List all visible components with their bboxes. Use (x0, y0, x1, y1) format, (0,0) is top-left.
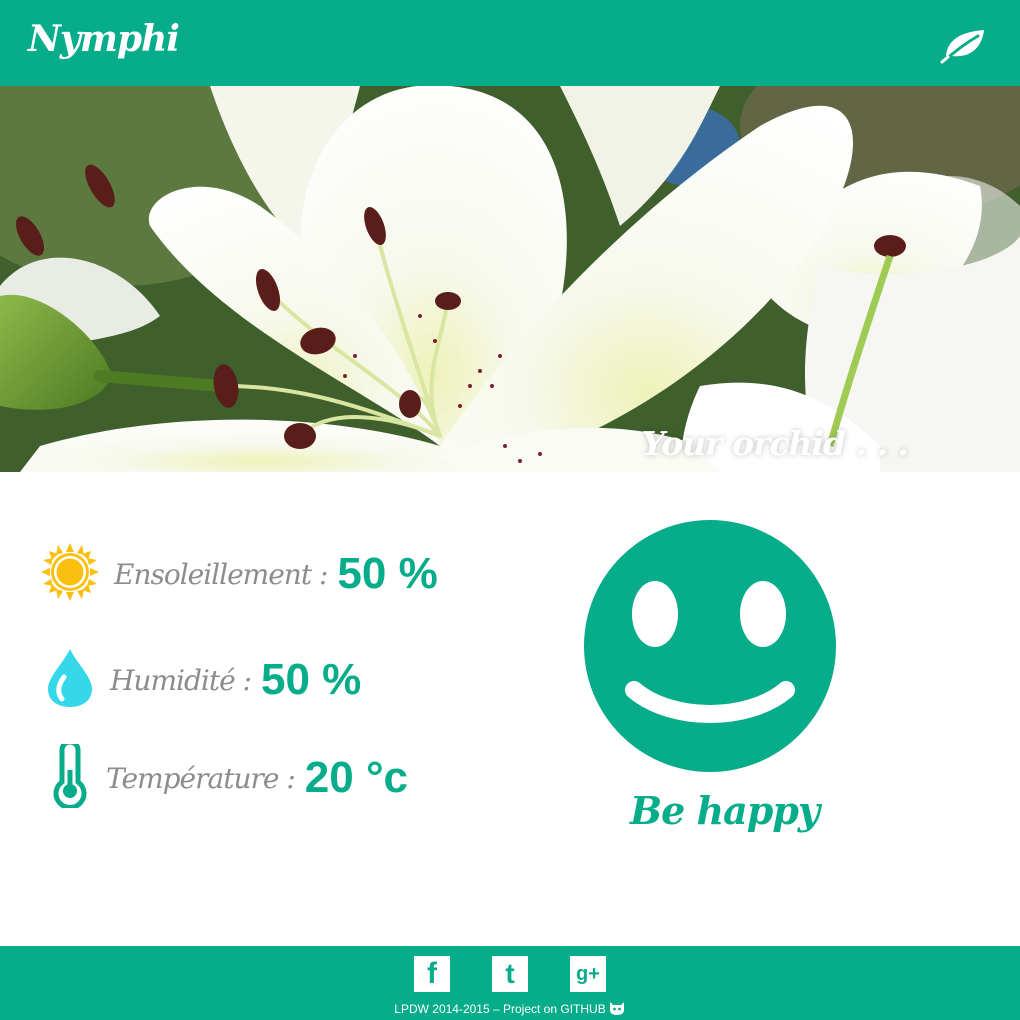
top-header: Nymphi (0, 0, 1020, 86)
smiley-icon (582, 518, 838, 774)
thermometer-icon (48, 739, 92, 812)
humidity-label: Humidité : (110, 663, 252, 697)
hero-flower-image: Your orchid . . . (0, 86, 1020, 472)
sun-icon (40, 542, 100, 606)
stat-sunlight: Ensoleillement : 50 % (40, 542, 438, 606)
brand-logo[interactable]: Nymphi (28, 18, 180, 60)
facebook-icon: f (427, 957, 437, 990)
facebook-button[interactable]: f (414, 956, 450, 992)
lily-illustration (0, 86, 1020, 472)
mood-label: Be happy (630, 788, 820, 833)
stat-humidity: Humidité : 50 % (44, 647, 361, 713)
temperature-value: 20 °c (304, 753, 409, 802)
tumblr-icon: t (505, 958, 515, 989)
github-cat-icon[interactable] (608, 1000, 626, 1019)
sunlight-value: 50 % (337, 549, 438, 598)
github-link[interactable]: GITHUB (560, 1002, 605, 1016)
copyright-text: LPDW 2014-2015 – Project on GITHUB (0, 1000, 1020, 1019)
plant-stats-panel: Ensoleillement : 50 % Humidité : 50 % Te… (0, 472, 520, 872)
water-drop-icon (44, 647, 96, 713)
google-plus-button[interactable]: g+ (570, 956, 606, 992)
leaf-icon[interactable] (940, 24, 990, 64)
google-plus-icon: g+ (576, 962, 600, 985)
copyright-prefix: LPDW 2014-2015 – Project on (394, 1002, 561, 1016)
footer: f t g+ LPDW 2014-2015 – Project on GITHU… (0, 946, 1020, 1020)
humidity-value: 50 % (261, 655, 362, 704)
hero-caption: Your orchid . . . (641, 424, 909, 463)
temperature-label: Température : (106, 761, 296, 795)
tumblr-button[interactable]: t (492, 956, 528, 992)
sunlight-label: Ensoleillement : (114, 557, 328, 591)
stat-temperature: Température : 20 °c (48, 739, 409, 812)
